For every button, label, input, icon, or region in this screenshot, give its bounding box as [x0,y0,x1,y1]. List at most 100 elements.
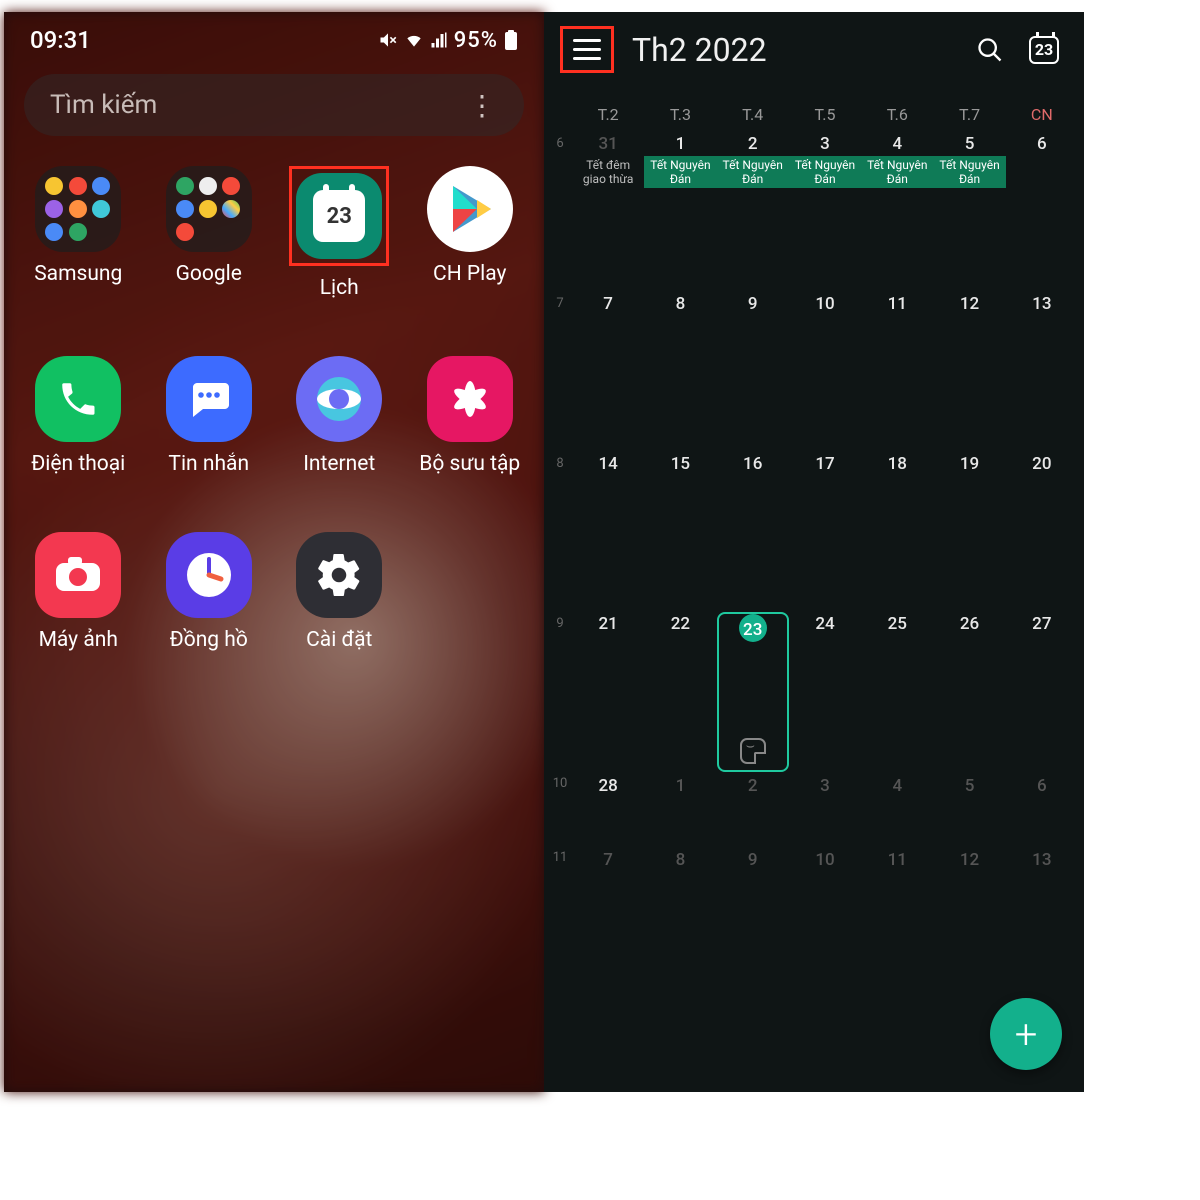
app-camera[interactable]: Máy ảnh [18,532,139,652]
calendar-cell[interactable]: 4Tết Nguyên Đán [861,132,933,292]
calendar-cell[interactable]: 13 [1006,846,1078,920]
calendar-cell[interactable]: 15 [644,452,716,612]
more-icon[interactable]: ⋮ [468,89,498,122]
calendar-app: Th2 2022 23 T.2 T.3 T.4 T.5 T.6 T.7 CN 6… [544,12,1084,1092]
app-messages[interactable]: Tin nhắn [149,356,270,476]
calendar-cell[interactable]: 2 [717,772,789,846]
day-number: 17 [789,452,861,474]
app-label: Samsung [34,262,122,286]
calendar-cell[interactable]: 16 [717,452,789,612]
calendar-cell[interactable]: 26 [933,612,1005,772]
calendar-cell[interactable]: 7 [572,292,644,452]
app-label: Cài đặt [306,628,372,652]
event-chip[interactable]: Tết Nguyên Đán [644,156,716,188]
calendar-cell[interactable]: 22 [644,612,716,772]
event-chip[interactable]: Tết Nguyên Đán [717,156,789,188]
day-number: 5 [933,132,1005,154]
calendar-cell[interactable]: 25 [861,612,933,772]
calendar-cell[interactable]: 23 [717,612,789,772]
calendar-cell[interactable]: 12 [933,846,1005,920]
calendar-cell[interactable]: 6 [1006,772,1078,846]
calendar-cell[interactable]: 6 [1006,132,1078,292]
calendar-cell[interactable]: 12 [933,292,1005,452]
day-number: 12 [933,848,1005,870]
calendar-cell[interactable]: 27 [1006,612,1078,772]
wifi-icon [404,30,424,50]
search-icon[interactable] [972,32,1008,68]
calendar-cell[interactable]: 28 [572,772,644,846]
calendar-cell[interactable]: 10 [789,292,861,452]
calendar-cell[interactable]: 24 [789,612,861,772]
app-gallery[interactable]: Bộ sưu tập [410,356,531,476]
day-number: 5 [933,774,1005,796]
calendar-cell[interactable]: 11 [861,292,933,452]
calendar-cell[interactable]: 17 [789,452,861,612]
calendar-cell[interactable]: 31Tết đêm giao thừa [572,132,644,292]
battery-text: 95% [454,28,498,53]
day-number: 16 [717,452,789,474]
status-bar: 09:31 95% [4,12,544,60]
event-chip[interactable]: Tết Nguyên Đán [789,156,861,188]
day-number: 15 [644,452,716,474]
day-number: 10 [789,292,861,314]
calendar-cell[interactable]: 5 [933,772,1005,846]
clock-icon [166,532,252,618]
app-clock[interactable]: Đồng hồ [149,532,270,652]
weekday: CN [1006,105,1078,124]
app-phone[interactable]: Điện thoại [18,356,139,476]
calendar-cell[interactable]: 11 [861,846,933,920]
weekday: T.3 [644,105,716,124]
search-bar[interactable]: Tìm kiếm ⋮ [24,74,524,136]
calendar-cell[interactable]: 5Tết Nguyên Đán [933,132,1005,292]
calendar-cell[interactable]: 3 [789,772,861,846]
folder-icon [35,166,121,252]
day-number: 20 [1006,452,1078,474]
menu-button[interactable] [563,29,611,70]
calendar-cell[interactable]: 20 [1006,452,1078,612]
messages-icon [166,356,252,442]
week-number: 11 [548,846,572,920]
event-chip[interactable]: Tết đêm giao thừa [572,156,644,188]
day-number: 31 [572,132,644,154]
app-calendar[interactable]: 23 Lịch [279,166,400,300]
calendar-title[interactable]: Th2 2022 [632,31,954,69]
calendar-cell[interactable]: 19 [933,452,1005,612]
day-number: 10 [789,848,861,870]
calendar-cell[interactable]: 1Tết Nguyên Đán [644,132,716,292]
day-number: 21 [572,612,644,634]
calendar-cell[interactable]: 4 [861,772,933,846]
calendar-cell[interactable]: 14 [572,452,644,612]
calendar-cell[interactable]: 18 [861,452,933,612]
calendar-cell[interactable]: 8 [644,846,716,920]
today-icon[interactable]: 23 [1026,32,1062,68]
day-number: 28 [572,774,644,796]
calendar-cell[interactable]: 2Tết Nguyên Đán [717,132,789,292]
day-number: 24 [789,612,861,634]
day-number: 13 [1006,848,1078,870]
day-number: 4 [861,774,933,796]
app-play-store[interactable]: CH Play [410,166,531,300]
app-google-folder[interactable]: Google [149,166,270,300]
calendar-cell[interactable]: 10 [789,846,861,920]
day-number: 18 [861,452,933,474]
app-internet[interactable]: Internet [279,356,400,476]
calendar-cell[interactable]: 8 [644,292,716,452]
app-label: Lịch [320,276,359,300]
phone-icon [35,356,121,442]
calendar-cell[interactable]: 13 [1006,292,1078,452]
event-chip[interactable]: Tết Nguyên Đán [933,156,1005,188]
calendar-cell[interactable]: 7 [572,846,644,920]
camera-icon [35,532,121,618]
add-event-fab[interactable]: + [990,998,1062,1070]
app-settings[interactable]: Cài đặt [279,532,400,652]
app-label: Điện thoại [31,452,125,476]
calendar-cell[interactable]: 21 [572,612,644,772]
calendar-cell[interactable]: 1 [644,772,716,846]
day-number: 1 [644,132,716,154]
calendar-cell[interactable]: 3Tết Nguyên Đán [789,132,861,292]
calendar-cell[interactable]: 9 [717,846,789,920]
week-number: 8 [548,452,572,612]
calendar-cell[interactable]: 9 [717,292,789,452]
app-samsung-folder[interactable]: Samsung [18,166,139,300]
event-chip[interactable]: Tết Nguyên Đán [861,156,933,188]
